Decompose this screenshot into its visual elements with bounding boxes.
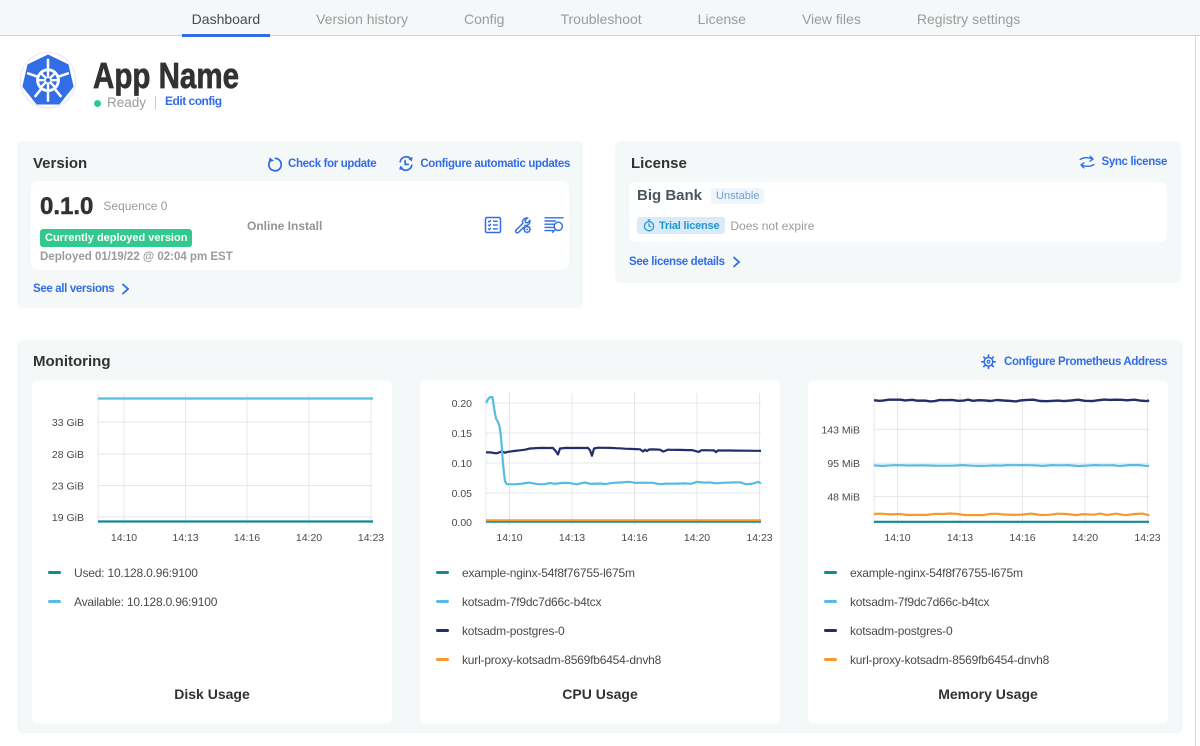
- svg-text:23 GiB: 23 GiB: [52, 481, 84, 493]
- svg-text:14:20: 14:20: [296, 532, 322, 544]
- svg-text:14:16: 14:16: [1009, 532, 1035, 544]
- svg-text:0.05: 0.05: [452, 488, 473, 500]
- svg-text:28 GiB: 28 GiB: [52, 449, 84, 461]
- svg-text:14:13: 14:13: [172, 532, 198, 544]
- svg-text:95 MiB: 95 MiB: [827, 458, 860, 470]
- svg-text:14:16: 14:16: [234, 532, 260, 544]
- svg-text:14:10: 14:10: [884, 532, 910, 544]
- svg-text:14:23: 14:23: [1134, 532, 1160, 544]
- svg-text:19 GiB: 19 GiB: [52, 512, 84, 524]
- svg-text:14:10: 14:10: [496, 532, 522, 544]
- svg-text:48 MiB: 48 MiB: [827, 492, 860, 504]
- svg-text:0.10: 0.10: [452, 458, 473, 470]
- svg-text:14:10: 14:10: [111, 532, 137, 544]
- svg-text:14:20: 14:20: [684, 532, 710, 544]
- svg-text:14:13: 14:13: [947, 532, 973, 544]
- svg-text:33 GiB: 33 GiB: [52, 417, 84, 429]
- svg-text:0.15: 0.15: [452, 428, 473, 440]
- svg-text:0.20: 0.20: [452, 398, 473, 410]
- svg-text:14:13: 14:13: [559, 532, 585, 544]
- svg-text:14:23: 14:23: [746, 532, 772, 544]
- svg-text:14:16: 14:16: [621, 532, 647, 544]
- svg-text:14:23: 14:23: [358, 532, 384, 544]
- svg-text:143 MiB: 143 MiB: [821, 424, 860, 436]
- svg-text:14:20: 14:20: [1072, 532, 1098, 544]
- svg-text:0.00: 0.00: [452, 517, 473, 529]
